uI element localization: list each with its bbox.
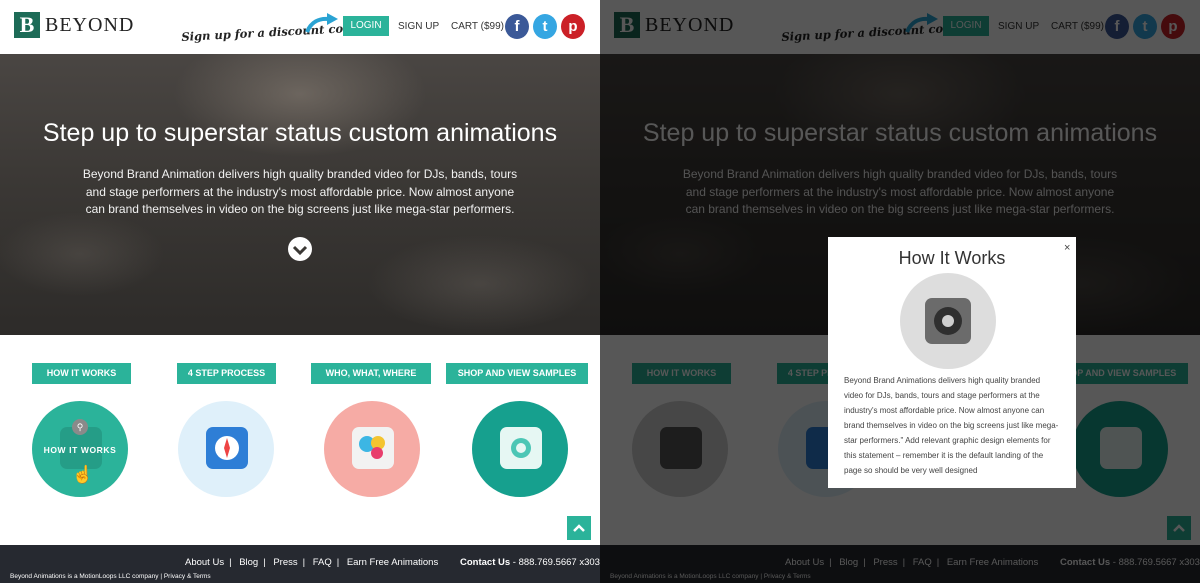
scroll-down-icon[interactable]: [288, 237, 312, 261]
four-step-circle[interactable]: [178, 401, 274, 497]
people-icon: [352, 427, 394, 469]
cart-link[interactable]: CART ($99): [451, 21, 504, 32]
logo-text: BEYOND: [45, 13, 135, 36]
signup-link[interactable]: SIGN UP: [398, 21, 439, 32]
page-right: B BEYOND Sign up for a discount code! LO…: [600, 0, 1200, 583]
shop-samples-circle[interactable]: [472, 401, 568, 497]
footer-links: About Us| Blog| Press| FAQ| Earn Free An…: [185, 557, 439, 568]
contact-label[interactable]: Contact Us: [460, 557, 510, 568]
arrow-icon: [305, 13, 338, 33]
features-section: HOW IT WORKS 4 STEP PROCESS WHO, WHAT, W…: [0, 335, 600, 545]
compass-icon: [206, 427, 248, 469]
copyright-text: Beyond Animations is a MotionLoops LLC c…: [10, 573, 159, 580]
magnifier-icon: ⚲: [72, 419, 88, 435]
hero-title: Step up to superstar status custom anima…: [42, 119, 558, 147]
site-footer: About Us| Blog| Press| FAQ| Earn Free An…: [0, 545, 600, 583]
back-to-top-icon[interactable]: [567, 516, 591, 540]
contact-info: Contact Us - 888.769.5667 x303: [460, 557, 600, 568]
logo[interactable]: B BEYOND: [14, 12, 134, 38]
hover-label: HOW IT WORKS: [43, 445, 117, 455]
cursor-hand-icon: ☝: [72, 465, 94, 484]
footer-link-faq[interactable]: FAQ: [313, 557, 332, 568]
twitter-icon[interactable]: t: [533, 14, 557, 39]
login-button[interactable]: LOGIN: [343, 16, 389, 36]
modal-title: How It Works: [898, 248, 1006, 268]
modal-body: Beyond Brand Animations delivers high qu…: [844, 376, 1059, 475]
who-what-where-circle[interactable]: [324, 401, 420, 497]
gear-icon: [900, 273, 996, 369]
site-header: B BEYOND Sign up for a discount code! LO…: [0, 0, 600, 54]
footer-link-press[interactable]: Press: [273, 557, 297, 568]
logo-mark: B: [14, 12, 40, 38]
copyright: Beyond Animations is a MotionLoops LLC c…: [10, 573, 211, 580]
footer-link-about[interactable]: About Us: [185, 557, 224, 568]
pinterest-icon[interactable]: p: [561, 14, 585, 39]
hero-banner: Step up to superstar status custom anima…: [0, 54, 600, 335]
how-it-works-modal: × How It Works Beyond Brand Animations d…: [828, 237, 1076, 488]
shop-samples-button[interactable]: SHOP AND VIEW SAMPLES: [446, 363, 588, 384]
contact-phone: - 888.769.5667 x303: [510, 557, 600, 568]
hero-description: Beyond Brand Animation delivers high qua…: [82, 167, 518, 216]
facebook-icon[interactable]: f: [505, 14, 529, 39]
footer-link-earn[interactable]: Earn Free Animations: [347, 557, 438, 568]
footer-link-blog[interactable]: Blog: [239, 557, 258, 568]
four-step-process-button[interactable]: 4 STEP PROCESS: [177, 363, 276, 384]
how-it-works-button[interactable]: HOW IT WORKS: [32, 363, 131, 384]
page-left: B BEYOND Sign up for a discount code! LO…: [0, 0, 600, 583]
privacy-link[interactable]: Privacy & Terms: [164, 573, 211, 580]
camera-icon: [500, 427, 542, 469]
who-what-where-button[interactable]: WHO, WHAT, WHERE: [311, 363, 431, 384]
